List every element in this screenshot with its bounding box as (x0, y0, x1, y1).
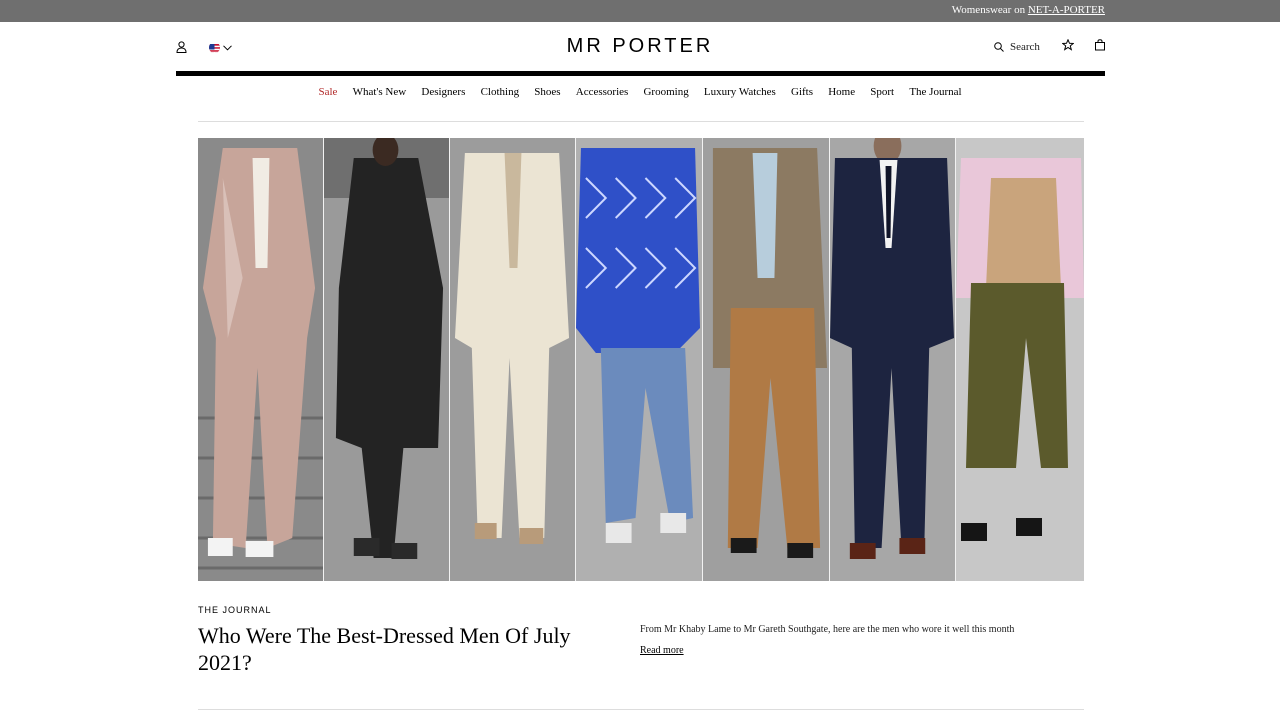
top-promo-bar: Womenswear on NET-A-PORTER (0, 0, 1280, 22)
article-section-label: THE JOURNAL (198, 605, 272, 615)
hero-panel-2 (324, 138, 450, 581)
header-divider (176, 71, 1105, 76)
search-icon (994, 42, 1004, 52)
nav-item-accessories[interactable]: Accessories (568, 86, 636, 98)
promo-text: Womenswear on (951, 4, 1026, 16)
article-standfirst: From Mr Khaby Lame to Mr Gareth Southgat… (640, 624, 1015, 635)
nav-item-sale[interactable]: Sale (311, 86, 345, 98)
net-a-porter-link[interactable]: NET-A-PORTER (1028, 4, 1105, 16)
read-more-link[interactable]: Read more (640, 645, 684, 656)
womenswear-promo: Womenswear on NET-A-PORTER (952, 4, 1105, 16)
content-divider-top (198, 121, 1084, 122)
nav-item-the-journal[interactable]: The Journal (902, 86, 969, 98)
hero-panel-3 (450, 138, 576, 581)
hero-image-collage[interactable] (198, 138, 1084, 581)
nav-item-whats-new[interactable]: What's New (345, 86, 414, 98)
hero-panel-6 (830, 138, 956, 581)
article-headline[interactable]: Who Were The Best-Dressed Men Of July 20… (198, 622, 588, 676)
star-icon[interactable] (1061, 38, 1074, 51)
hero-panel-7 (956, 138, 1084, 581)
nav-item-luxury-watches[interactable]: Luxury Watches (696, 86, 783, 98)
hero-panel-4 (576, 138, 703, 581)
nav-item-sport[interactable]: Sport (863, 86, 902, 98)
nav-item-gifts[interactable]: Gifts (783, 86, 820, 98)
search-label: Search (1010, 41, 1040, 53)
content-divider-bottom (198, 709, 1084, 710)
mr-porter-logo[interactable]: MR PORTER (0, 35, 1280, 58)
bag-icon[interactable] (1093, 38, 1106, 51)
nav-item-grooming[interactable]: Grooming (636, 86, 696, 98)
hero-panel-5 (703, 138, 830, 581)
nav-item-shoes[interactable]: Shoes (527, 86, 568, 98)
nav-item-clothing[interactable]: Clothing (473, 86, 527, 98)
search-button[interactable]: Search (994, 41, 1040, 53)
main-nav: Sale What's New Designers Clothing Shoes… (0, 86, 1280, 98)
nav-item-home[interactable]: Home (821, 86, 863, 98)
nav-item-designers[interactable]: Designers (414, 86, 473, 98)
hero-panel-1 (198, 138, 324, 581)
site-header: MR PORTER Search (0, 22, 1280, 70)
